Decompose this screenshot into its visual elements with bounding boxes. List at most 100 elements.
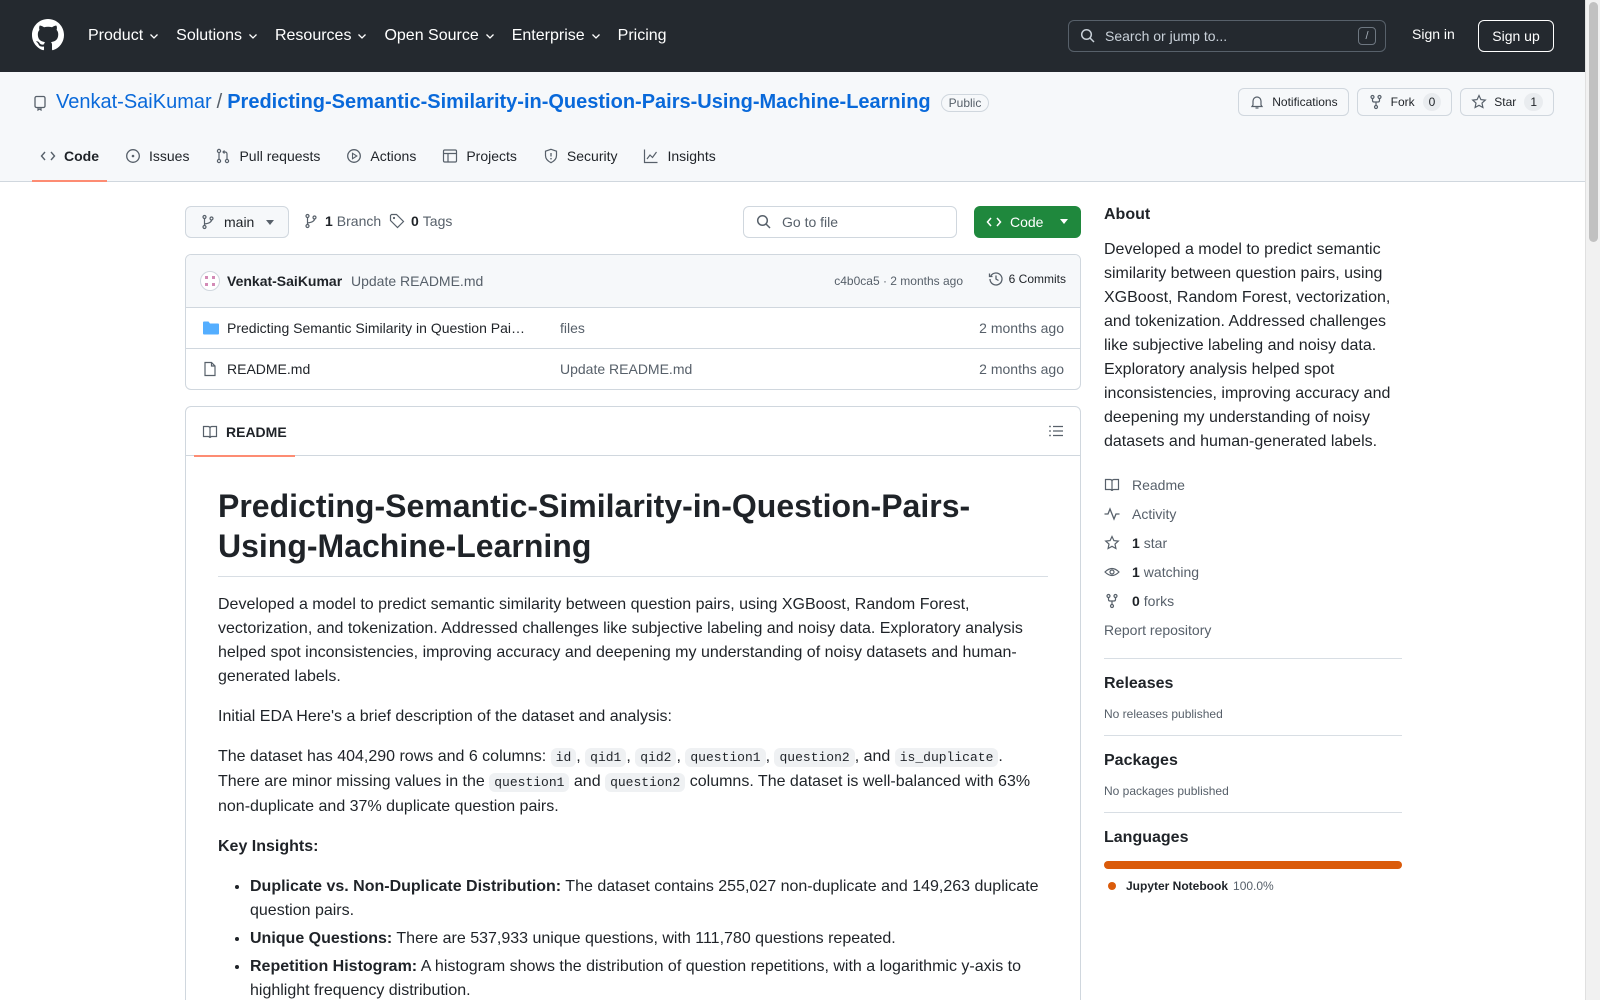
file-commit-message[interactable]: Update README.md xyxy=(560,361,692,377)
code-dropdown-button[interactable]: Code xyxy=(974,206,1081,238)
commits-history-link[interactable]: 6 Commits xyxy=(988,271,1066,287)
file-name-link[interactable]: Predicting Semantic Similarity in Questi… xyxy=(227,320,527,336)
list-item: Duplicate vs. Non-Duplicate Distribution… xyxy=(250,875,1048,923)
list-item-bold: Repetition Histogram: xyxy=(250,958,418,975)
latest-commit: Venkat-SaiKumar Update README.md c4b0ca5… xyxy=(186,255,1080,308)
nav-pricing[interactable]: Pricing xyxy=(618,27,667,45)
tab-insights[interactable]: Insights xyxy=(635,140,723,182)
readme-content: Predicting-Semantic-Similarity-in-Questi… xyxy=(186,456,1080,1000)
tab-projects[interactable]: Projects xyxy=(434,140,525,182)
branch-name: main xyxy=(224,214,255,230)
language-item[interactable]: Jupyter Notebook 100.0% xyxy=(1104,879,1402,893)
table-row[interactable]: README.md Update README.md 2 months ago xyxy=(186,349,1080,389)
list-item-bold: Unique Questions: xyxy=(250,930,393,947)
eye-icon xyxy=(1104,567,1120,576)
readme-eda: Initial EDA Here's a brief description o… xyxy=(218,708,672,725)
page-scrollbar[interactable] xyxy=(1585,0,1600,1000)
chevron-down-icon xyxy=(358,34,367,39)
issue-icon xyxy=(126,149,140,163)
notifications-label: Notifications xyxy=(1272,95,1338,109)
column-is-duplicate: is_duplicate xyxy=(894,748,999,767)
repository-header: Venkat-SaiKumar / Predicting-Semantic-Si… xyxy=(0,72,1585,182)
identicon-icon xyxy=(205,276,215,286)
tab-actions[interactable]: Actions xyxy=(338,140,424,182)
code-icon xyxy=(986,217,1002,227)
tab-security[interactable]: Security xyxy=(535,140,626,182)
file-icon xyxy=(204,361,216,377)
about-heading: About xyxy=(1104,206,1151,223)
nav-enterprise[interactable]: Enterprise xyxy=(512,27,602,45)
star-button[interactable]: Star 1 xyxy=(1460,88,1554,116)
stars-count: 1 xyxy=(1132,534,1140,551)
tab-code[interactable]: Code xyxy=(32,140,107,182)
repo-name-link[interactable]: Predicting-Semantic-Similarity-in-Questi… xyxy=(227,91,930,114)
readme-panel: README Predicting-Semantic-Similarity-in… xyxy=(185,406,1081,1000)
scrollbar-thumb[interactable] xyxy=(1589,2,1598,242)
watchers-link[interactable]: 1 watching xyxy=(1104,557,1402,586)
table-row[interactable]: Predicting Semantic Similarity in Questi… xyxy=(186,308,1080,349)
readme-link[interactable]: Readme xyxy=(1104,470,1402,499)
readme-link-label: Readme xyxy=(1132,476,1185,493)
watching-count: 1 xyxy=(1132,563,1140,580)
readme-tab[interactable]: README xyxy=(194,407,295,457)
sign-in-link[interactable]: Sign in xyxy=(1412,26,1455,42)
language-percentage: 100.0% xyxy=(1233,879,1274,893)
commit-message-link[interactable]: Update README.md xyxy=(351,273,483,289)
column-question2: question2 xyxy=(605,773,686,792)
star-label: Star xyxy=(1494,95,1517,109)
nav-pricing-label: Pricing xyxy=(617,27,667,44)
fork-icon xyxy=(1106,593,1118,608)
go-to-file-input[interactable]: Go to file xyxy=(743,206,957,238)
file-commit-message[interactable]: files xyxy=(560,320,585,336)
file-commit-date: 2 months ago xyxy=(979,320,1064,336)
readme-tab-label: README xyxy=(226,423,287,440)
and-word: and xyxy=(863,748,891,765)
nav-open-source[interactable]: Open Source xyxy=(384,27,495,45)
activity-link[interactable]: Activity xyxy=(1104,499,1402,528)
releases-heading[interactable]: Releases xyxy=(1104,675,1402,693)
forks-link[interactable]: 0 forks xyxy=(1104,586,1402,615)
tab-pull-requests[interactable]: Pull requests xyxy=(207,140,328,182)
star-icon xyxy=(1104,534,1120,550)
divider xyxy=(1104,658,1402,659)
readme-intro: Developed a model to predict semantic si… xyxy=(218,596,1023,685)
languages-heading: Languages xyxy=(1104,829,1189,846)
commit-author-link[interactable]: Venkat-SaiKumar xyxy=(227,273,342,289)
file-name-link[interactable]: README.md xyxy=(227,361,527,377)
dataset-prefix: The dataset has 404,290 rows and 6 colum… xyxy=(218,748,547,765)
releases-empty: No releases published xyxy=(1104,707,1223,721)
nav-product[interactable]: Product xyxy=(88,27,160,45)
avatar[interactable] xyxy=(200,271,220,291)
commit-hash-time[interactable]: c4b0ca5 · 2 months ago xyxy=(834,274,963,288)
nav-resources[interactable]: Resources xyxy=(275,27,368,45)
packages-heading[interactable]: Packages xyxy=(1104,752,1402,770)
column-id: id xyxy=(550,748,577,767)
graph-icon xyxy=(644,149,658,164)
tags-link[interactable]: 0 Tags xyxy=(389,213,452,229)
nav-solutions[interactable]: Solutions xyxy=(176,27,259,45)
main-nav: Product Solutions Resources Open Source … xyxy=(88,0,683,72)
caret-down-icon xyxy=(266,220,274,225)
fork-button[interactable]: Fork 0 xyxy=(1356,88,1453,116)
tab-code-label: Code xyxy=(64,148,99,164)
stars-label: star xyxy=(1143,534,1168,551)
watching-label: watching xyxy=(1143,563,1200,580)
tab-insights-label: Insights xyxy=(667,148,716,164)
branch-icon xyxy=(202,214,214,230)
report-repository-link[interactable]: Report repository xyxy=(1104,615,1402,644)
pulse-icon xyxy=(1104,506,1120,521)
fork-count: 0 xyxy=(1422,93,1442,111)
stars-link[interactable]: 1 star xyxy=(1104,528,1402,557)
list-item: Repetition Histogram: A histogram shows … xyxy=(250,955,1048,1000)
branch-selector[interactable]: main xyxy=(185,206,289,238)
branches-link[interactable]: 1 Branch xyxy=(303,213,381,229)
notifications-button[interactable]: Notifications xyxy=(1238,88,1349,116)
commits-count-label: 6 Commits xyxy=(1008,272,1066,286)
repo-owner-link[interactable]: Venkat-SaiKumar xyxy=(56,91,212,114)
chevron-down-icon xyxy=(591,34,600,39)
global-search-input[interactable]: Search or jump to... / xyxy=(1068,20,1386,52)
github-logo-icon[interactable] xyxy=(32,19,64,51)
tab-issues[interactable]: Issues xyxy=(117,140,197,182)
list-unordered-icon[interactable] xyxy=(1048,423,1064,439)
sign-up-button[interactable]: Sign up xyxy=(1478,20,1554,52)
